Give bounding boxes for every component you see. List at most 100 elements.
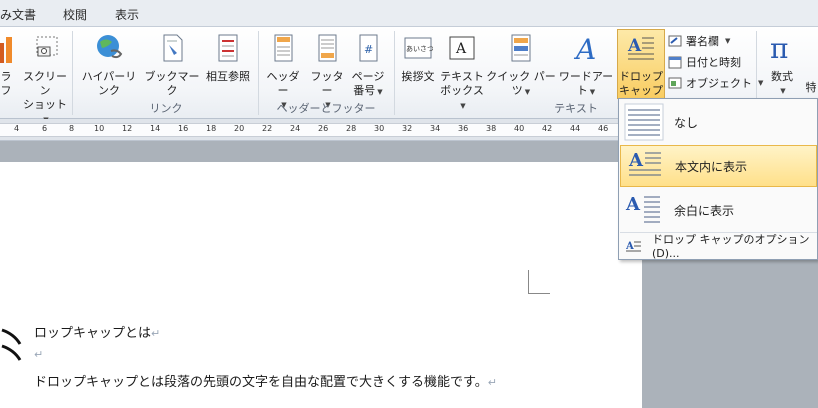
hyperlink-globe-icon — [97, 35, 123, 59]
group-separator — [258, 31, 259, 115]
dropcap-button[interactable]: A ドロップ キャップ▼ — [617, 29, 665, 110]
greeting-icon: あいさつ — [404, 37, 433, 59]
calendar-icon — [668, 56, 682, 69]
dropcap-option-dropped[interactable]: A 本文内に表示 — [620, 145, 817, 187]
signature-icon — [668, 35, 682, 47]
object-button[interactable]: オブジェクト ▼ — [668, 75, 763, 91]
page-number-label-1: ページ — [351, 70, 385, 83]
svg-text:A: A — [455, 41, 467, 57]
ruler-tick: 42 — [542, 124, 553, 133]
ruler-tick: 46 — [598, 124, 609, 133]
page-number-icon: # — [359, 34, 378, 62]
paragraph-mark: ↵ — [487, 376, 497, 389]
dropcap-dropdown-menu: なし A 本文内に表示 A 余白に表示 A ドロップ キャップのオプション(D)… — [618, 98, 818, 260]
ruler-tick: 12 — [122, 124, 133, 133]
ruler-tick: 10 — [94, 124, 105, 133]
hyperlink-button[interactable]: ハイパーリンク — [78, 33, 140, 97]
bookmark-button[interactable]: ブックマーク — [142, 33, 202, 97]
screenshot-icon — [36, 36, 58, 57]
ruler-tick: 30 — [374, 124, 385, 133]
textbox-button[interactable]: A テキスト ボックス▼ — [440, 33, 484, 110]
paragraph-mark: ↵ — [34, 348, 44, 361]
screenshot-button[interactable]: スクリーン ショット▼ — [20, 33, 70, 124]
header-button[interactable]: ヘッダー ▼ — [262, 33, 304, 109]
special-label: 特 — [805, 81, 817, 94]
ruler-tick: 20 — [234, 124, 245, 133]
bookmark-label: ブックマーク — [144, 70, 200, 97]
greeting-button[interactable]: あいさつ 挨拶文 — [398, 33, 438, 83]
quickparts-icon — [511, 34, 531, 62]
dropcap-option-margin-label: 余白に表示 — [674, 203, 735, 218]
crossref-label: 相互参照 — [206, 70, 250, 83]
chart-icon — [0, 37, 12, 63]
ribbon-tab-bar: み文書 校閲 表示 — [0, 0, 818, 27]
ruler-tick: 4 — [14, 124, 20, 133]
ruler-tick: 38 — [486, 124, 497, 133]
footer-button[interactable]: フッター ▼ — [306, 33, 348, 109]
document-line-1: ロップキャップとは↵ — [34, 326, 161, 341]
ruler-tick: 34 — [430, 124, 441, 133]
ruler-tick: 16 — [178, 124, 189, 133]
svg-text:A: A — [573, 33, 596, 63]
datetime-label: 日付と時刻 — [686, 56, 741, 69]
dropcap-options-label: ドロップ キャップのオプション(D)... — [652, 233, 810, 260]
ruler-tick: 6 — [42, 124, 48, 133]
dropcap-none-icon — [624, 103, 664, 141]
chart-button[interactable]: ラフ — [0, 33, 16, 97]
equation-label: 数式 — [771, 70, 793, 83]
document-line-2: ↵ — [34, 347, 43, 362]
group-label-link: リンク — [149, 102, 183, 115]
document-line-3: ドロップキャップとは段落の先頭の文字を自由な配置で大きくする機能です。↵ — [34, 375, 497, 390]
ruler-tick: 44 — [570, 124, 581, 133]
ruler-tick: 22 — [262, 124, 273, 133]
ruler-tick: 8 — [69, 124, 75, 133]
wordart-button[interactable]: A ワードアート ▼ — [556, 33, 616, 97]
paragraph-mark: ↵ — [151, 327, 161, 340]
tab-insert[interactable]: み文書 — [0, 6, 36, 23]
dropcap-options-icon: A — [626, 241, 641, 252]
crossref-button[interactable]: 相互参照 — [202, 33, 254, 83]
equation-button[interactable]: π 数式 ▼ — [762, 33, 802, 95]
object-label: オブジェクト — [686, 77, 752, 90]
header-label: ヘッダー — [266, 70, 300, 97]
dropcap-icon: A — [627, 36, 654, 60]
ruler-tick: 40 — [514, 124, 525, 133]
quickparts-button[interactable]: クイック パーツ ▼ — [486, 33, 556, 97]
datetime-button[interactable]: 日付と時刻 — [668, 54, 741, 70]
special-button[interactable]: 特 — [804, 81, 818, 95]
textbox-label-1: テキスト — [440, 70, 484, 83]
dropcap-margin-icon: A — [625, 194, 660, 223]
wordart-label: ワードアート ▼ — [558, 70, 614, 97]
page-number-label-2: 番号 ▼ — [353, 84, 383, 97]
ruler-tick: 26 — [318, 124, 329, 133]
dropcap-option-dropped-label: 本文内に表示 — [675, 159, 748, 174]
svg-text:π: π — [770, 33, 788, 63]
tab-view[interactable]: 表示 — [115, 6, 139, 23]
tab-review[interactable]: 校閲 — [63, 6, 87, 23]
ruler-tick: 24 — [290, 124, 301, 133]
signature-label: 署名欄 — [686, 35, 719, 48]
hyperlink-label: ハイパーリンク — [81, 70, 137, 97]
group-separator — [72, 31, 73, 115]
dropcap-option-none[interactable]: なし — [620, 101, 817, 143]
header-icon — [274, 34, 293, 62]
svg-text:A: A — [626, 241, 634, 252]
ruler-tick: 36 — [458, 124, 469, 133]
page-number-button[interactable]: # ページ 番号 ▼ — [348, 33, 388, 97]
dropcap-option-margin[interactable]: A 余白に表示 — [620, 189, 817, 231]
footer-icon — [318, 34, 337, 62]
dropcap-option-none-label: なし — [674, 115, 699, 130]
svg-text:A: A — [628, 150, 644, 171]
ruler-tick: 28 — [346, 124, 357, 133]
signature-line-button[interactable]: 署名欄 ▼ — [668, 33, 730, 49]
ruler-tick: 32 — [402, 124, 413, 133]
svg-text:A: A — [625, 194, 641, 215]
group-separator — [394, 31, 395, 115]
dropcap-label-1: ドロップ — [619, 70, 663, 83]
footer-label: フッター — [310, 70, 344, 97]
svg-text:A: A — [627, 36, 642, 56]
crossref-icon — [218, 34, 238, 62]
object-icon — [668, 77, 682, 89]
textbox-icon: A — [449, 36, 475, 60]
dropcap-options-item[interactable]: A ドロップ キャップのオプション(D)... — [620, 232, 817, 260]
